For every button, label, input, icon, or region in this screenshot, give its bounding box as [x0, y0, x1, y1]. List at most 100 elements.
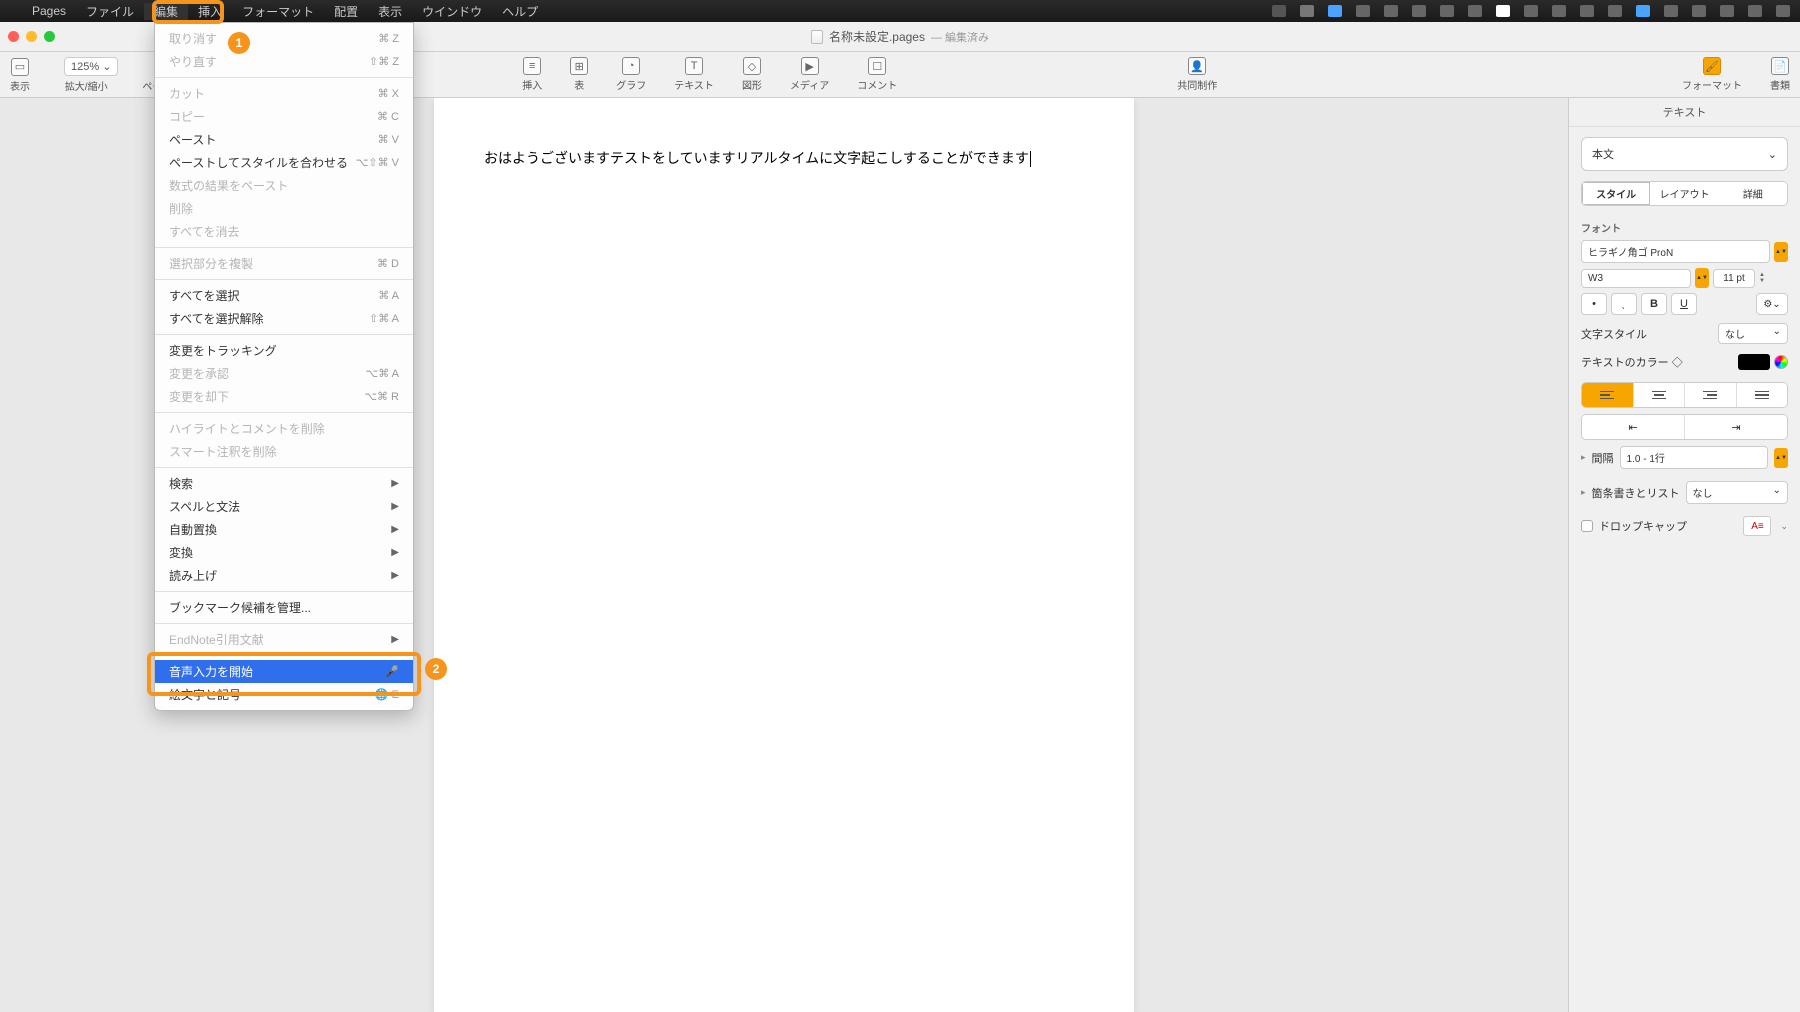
disclosure-icon[interactable]: ▸: [1581, 452, 1586, 463]
status-icon[interactable]: [1552, 5, 1566, 17]
format-button[interactable]: 🖌フォーマット: [1682, 57, 1742, 92]
status-icon[interactable]: [1636, 5, 1650, 17]
document-page[interactable]: おはようございますテストをしていますリアルタイムに文字起こしすることができます: [434, 98, 1134, 1012]
text-gear-button[interactable]: ⚙︎⌄: [1756, 293, 1788, 315]
status-icon[interactable]: [1776, 5, 1790, 17]
inspector-tab-text[interactable]: テキスト: [1569, 98, 1800, 127]
status-icon[interactable]: [1440, 5, 1454, 17]
status-icon[interactable]: [1468, 5, 1482, 17]
align-center[interactable]: [1634, 383, 1686, 407]
menu-item[interactable]: 絵文字と記号🌐 E: [155, 683, 413, 706]
align-justify[interactable]: [1737, 383, 1788, 407]
status-icon[interactable]: [1524, 5, 1538, 17]
status-icon[interactable]: [1384, 5, 1398, 17]
italic-button[interactable]: ˎ: [1611, 293, 1637, 315]
text-color-swatch[interactable]: [1738, 354, 1770, 370]
format-label: フォーマット: [1682, 77, 1742, 92]
document-icon: [811, 30, 823, 44]
text-button[interactable]: Tテキスト: [674, 57, 714, 92]
seg-detail[interactable]: 詳細: [1719, 182, 1787, 205]
menu-item[interactable]: すべてを選択⌘ A: [155, 284, 413, 307]
shape-button[interactable]: ◇図形: [742, 57, 762, 92]
disclosure-icon[interactable]: ▸: [1581, 487, 1586, 498]
status-icon[interactable]: [1748, 5, 1762, 17]
menu-item[interactable]: スペルと文法▶: [155, 495, 413, 518]
status-icon[interactable]: [1720, 5, 1734, 17]
menu-item[interactable]: 検索▶: [155, 472, 413, 495]
menu-item[interactable]: 音声入力を開始🎤: [155, 660, 413, 683]
status-icon[interactable]: [1272, 5, 1286, 17]
menubar-edit[interactable]: 編集: [144, 3, 188, 20]
collab-button[interactable]: 👤共同制作: [1177, 57, 1217, 92]
spacing-stepper[interactable]: ▲▼: [1774, 448, 1788, 468]
paragraph-style-select[interactable]: 本文 ⌄: [1581, 137, 1788, 171]
spacing-label: 間隔: [1592, 450, 1614, 466]
status-icon[interactable]: [1412, 5, 1426, 17]
underline-button[interactable]: U: [1671, 293, 1697, 315]
status-icon[interactable]: [1356, 5, 1370, 17]
zoom-control[interactable]: 125% ⌄ 拡大/縮小: [54, 57, 118, 93]
insert-button[interactable]: ≡挿入: [522, 57, 542, 92]
font-size-field[interactable]: 11 pt: [1713, 269, 1755, 288]
indent-button[interactable]: ⇥: [1685, 415, 1787, 439]
comment-button[interactable]: ☐コメント: [857, 57, 897, 92]
bold-b-button[interactable]: B: [1641, 293, 1667, 315]
menu-item[interactable]: 自動置換▶: [155, 518, 413, 541]
view-button[interactable]: ▭ 表示: [10, 58, 30, 93]
font-size-stepper[interactable]: ▲▼: [1759, 272, 1771, 284]
menubar-arrange[interactable]: 配置: [324, 3, 368, 20]
status-icon[interactable]: [1664, 5, 1678, 17]
body-text[interactable]: おはようございますテストをしていますリアルタイムに文字起こしすることができます: [484, 150, 1029, 166]
menu-item[interactable]: ペースト⌘ V: [155, 128, 413, 151]
menu-item[interactable]: 読み上げ▶: [155, 564, 413, 587]
menu-item[interactable]: 変換▶: [155, 541, 413, 564]
status-icon[interactable]: [1496, 5, 1510, 17]
dropcap-preview[interactable]: A≡: [1743, 516, 1771, 536]
bullets-select[interactable]: なし⌄: [1686, 481, 1788, 504]
menu-item[interactable]: ブックマーク候補を管理...: [155, 596, 413, 619]
dropcap-checkbox[interactable]: [1581, 520, 1593, 532]
char-style-select[interactable]: なし⌄: [1718, 323, 1788, 344]
table-label: 表: [574, 77, 584, 92]
menu-item[interactable]: 変更をトラッキング: [155, 339, 413, 362]
menu-item: コピー⌘ C: [155, 105, 413, 128]
menubar-file[interactable]: ファイル: [76, 3, 144, 20]
font-weight-select[interactable]: W3: [1581, 269, 1691, 288]
menu-item[interactable]: ペーストしてスタイルを合わせる⌥⇧⌘ V: [155, 151, 413, 174]
font-family-stepper[interactable]: ▲▼: [1774, 242, 1788, 262]
status-icon[interactable]: [1608, 5, 1622, 17]
menu-item: スマート注釈を削除: [155, 440, 413, 463]
spacing-select[interactable]: 1.0 - 1行: [1620, 446, 1768, 469]
maximize-button[interactable]: [44, 31, 55, 42]
char-style-label: 文字スタイル: [1581, 326, 1647, 342]
color-wheel-icon[interactable]: [1774, 355, 1788, 369]
table-button[interactable]: ⊞表: [570, 57, 588, 92]
menubar-help[interactable]: ヘルプ: [492, 3, 548, 20]
document-button[interactable]: 📄書類: [1770, 57, 1790, 92]
menubar-window[interactable]: ウインドウ: [412, 3, 492, 20]
menubar-app[interactable]: Pages: [22, 4, 76, 18]
align-left[interactable]: [1582, 383, 1634, 407]
bold-button[interactable]: •: [1581, 293, 1607, 315]
menu-item[interactable]: すべてを選択解除⇧⌘ A: [155, 307, 413, 330]
menubar-view[interactable]: 表示: [368, 3, 412, 20]
status-icon[interactable]: [1692, 5, 1706, 17]
outdent-button[interactable]: ⇤: [1582, 415, 1685, 439]
seg-layout[interactable]: レイアウト: [1650, 182, 1718, 205]
menubar-insert[interactable]: 挿入: [188, 3, 232, 20]
font-family-select[interactable]: ヒラギノ角ゴ ProN: [1581, 240, 1770, 263]
chart-button[interactable]: ◔グラフ: [616, 57, 646, 92]
menu-item: EndNote引用文献▶: [155, 628, 413, 651]
font-weight-stepper[interactable]: ▲▼: [1695, 268, 1709, 288]
media-button[interactable]: ▶メディア: [790, 57, 829, 92]
seg-style[interactable]: スタイル: [1582, 182, 1650, 205]
comment-label: コメント: [857, 77, 897, 92]
zoom-label: 拡大/縮小: [65, 78, 108, 93]
status-icon[interactable]: [1328, 5, 1342, 17]
menubar-format[interactable]: フォーマット: [232, 3, 324, 20]
close-button[interactable]: [8, 31, 19, 42]
status-icon[interactable]: [1300, 5, 1314, 17]
align-right[interactable]: [1685, 383, 1737, 407]
status-icon[interactable]: [1580, 5, 1594, 17]
minimize-button[interactable]: [26, 31, 37, 42]
